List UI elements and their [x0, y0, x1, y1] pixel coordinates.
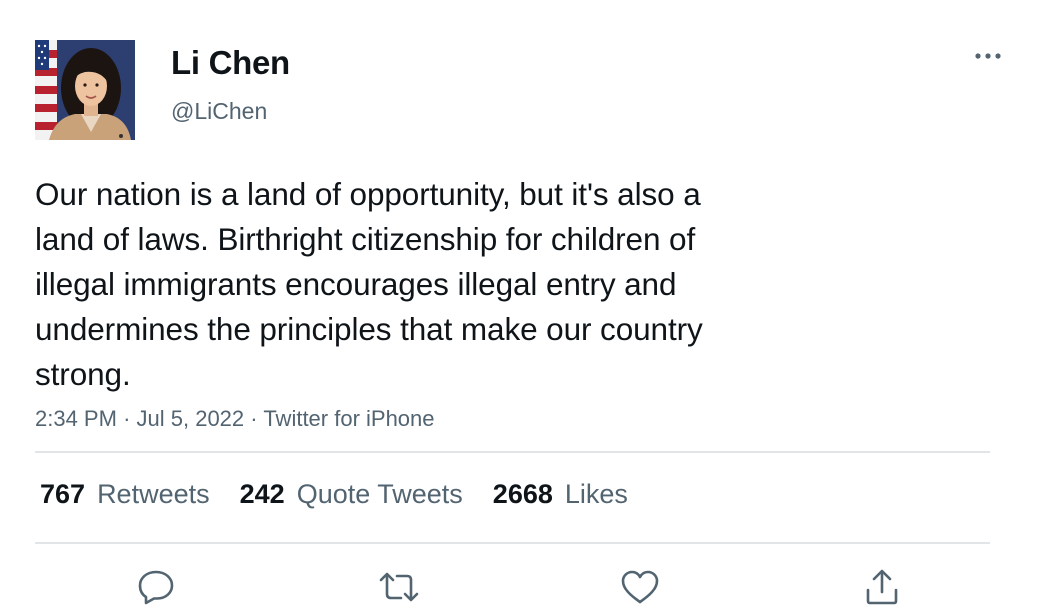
avatar[interactable]: [35, 40, 135, 140]
ellipsis-icon: [975, 53, 1001, 59]
tweet-date[interactable]: Jul 5, 2022: [137, 406, 245, 431]
divider: [35, 451, 990, 453]
speech-bubble-icon: [138, 570, 174, 605]
likes-stat[interactable]: 2668 Likes: [493, 479, 628, 510]
author-handle[interactable]: @LiChen: [171, 97, 267, 125]
retweets-stat[interactable]: 767 Retweets: [40, 479, 210, 510]
share-button[interactable]: [860, 565, 904, 609]
tweet-source[interactable]: Twitter for iPhone: [263, 406, 434, 431]
quote-tweets-count: 242: [239, 478, 285, 509]
retweets-label: Retweets: [97, 478, 210, 509]
tweet-time[interactable]: 2:34 PM: [35, 406, 117, 431]
tweet-action-bar: [0, 560, 1050, 610]
meta-separator: ·: [123, 406, 131, 431]
meta-separator: ·: [250, 406, 258, 431]
likes-label: Likes: [564, 478, 628, 509]
retweet-button[interactable]: [377, 565, 421, 609]
divider: [35, 542, 990, 544]
author-display-name[interactable]: Li Chen: [171, 43, 290, 83]
retweets-count: 767: [40, 478, 86, 509]
retweet-arrows-icon: [379, 572, 419, 602]
reply-button[interactable]: [134, 565, 178, 609]
share-upload-icon: [866, 569, 898, 605]
tweet-metadata: 2:34 PM · Jul 5, 2022 · Twitter for iPho…: [35, 405, 435, 433]
tweet-text: Our nation is a land of opportunity, but…: [35, 176, 703, 392]
engagement-stats: 767 Retweets 242 Quote Tweets 2668 Likes: [40, 477, 658, 511]
likes-count: 2668: [492, 478, 553, 509]
heart-icon: [621, 570, 659, 604]
like-button[interactable]: [618, 565, 662, 609]
quote-tweets-stat[interactable]: 242 Quote Tweets: [240, 479, 463, 510]
more-options-button[interactable]: [968, 42, 1008, 70]
profile-photo: [35, 40, 135, 140]
quote-tweets-label: Quote Tweets: [296, 478, 463, 509]
